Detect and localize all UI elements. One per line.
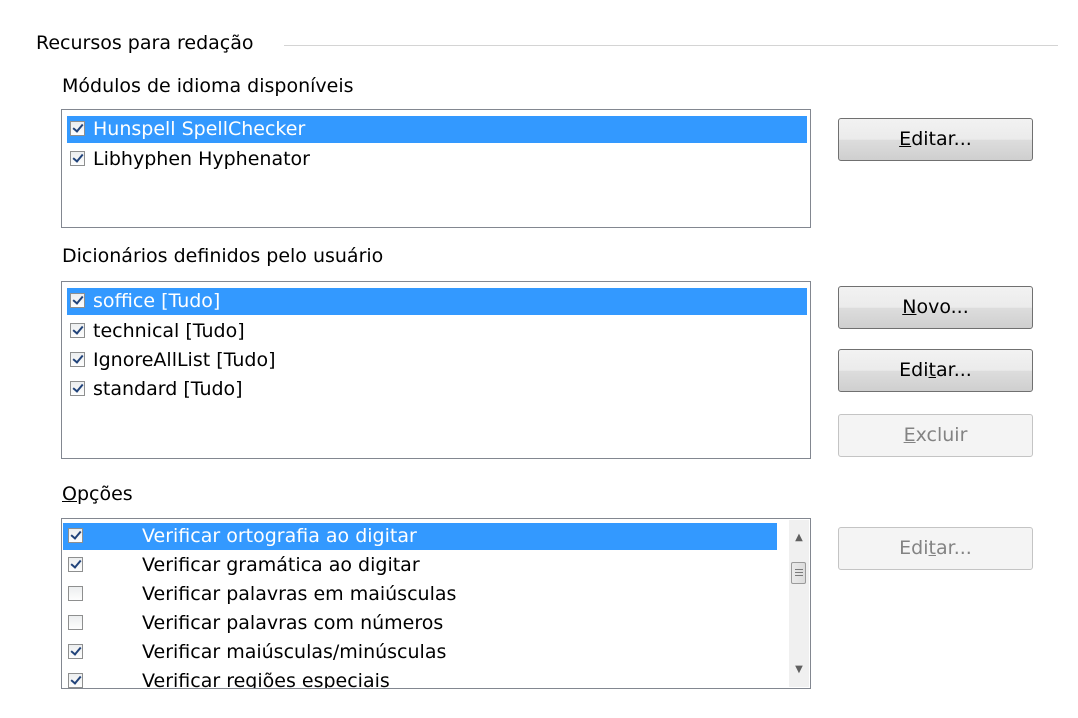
list-item[interactable]: Libhyphen Hyphenator [67,146,807,173]
checkbox-icon[interactable] [68,528,83,543]
list-item-label: soffice [Tudo] [93,290,221,312]
list-item-label: Verificar regiões especiais [142,670,390,689]
list-item[interactable]: Verificar regiões especiais [63,668,777,689]
list-item[interactable]: Verificar gramática ao digitar [63,552,777,579]
delete-dictionary-button[interactable]: Excluir [838,414,1033,457]
new-dictionary-button[interactable]: Novo... [838,286,1033,329]
list-item-label: Verificar palavras em maiúsculas [142,583,457,605]
checkbox-icon[interactable] [70,121,85,136]
list-item-label: Libhyphen Hyphenator [93,148,310,170]
edit-button-label: Editar... [899,359,972,381]
options-label: Opções [62,483,133,505]
checkbox-icon[interactable] [68,615,83,630]
checkbox-icon[interactable] [70,151,85,166]
scroll-down-arrow-icon[interactable]: ▼ [789,660,809,680]
section-title: Recursos para redação [36,32,254,54]
new-button-label: ovo... [916,296,969,318]
modules-label: Módulos de idioma disponíveis [62,75,354,97]
modules-edit-button-label: ditar... [911,128,972,150]
checkbox-icon[interactable] [70,323,85,338]
options-edit-button[interactable]: Editar... [838,527,1033,570]
list-item[interactable]: Verificar ortografia ao digitar [63,523,777,550]
list-item-label: Verificar gramática ao digitar [142,554,420,576]
list-item-label: Hunspell SpellChecker [93,118,306,140]
list-item-label: IgnoreAllList [Tudo] [93,349,276,371]
delete-button-label: xcluir [915,424,968,446]
list-item[interactable]: IgnoreAllList [Tudo] [67,347,807,374]
checkbox-icon[interactable] [70,352,85,367]
list-item[interactable]: Verificar palavras em maiúsculas [63,581,777,608]
list-item[interactable]: soffice [Tudo] [67,288,807,315]
list-item[interactable]: standard [Tudo] [67,376,807,403]
scroll-thumb[interactable] [791,562,806,584]
options-scrollbar[interactable]: ▲ ▼ [789,520,809,687]
list-item-label: Verificar palavras com números [142,612,444,634]
checkbox-icon[interactable] [70,293,85,308]
list-item-label: Verificar ortografia ao digitar [142,525,417,547]
dictionaries-label: Dicionários definidos pelo usuário [62,245,384,267]
checkbox-icon[interactable] [68,673,83,688]
list-item-label: Verificar maiúsculas/minúsculas [142,641,447,663]
section-divider [284,45,1058,46]
modules-edit-button[interactable]: Editar... [838,118,1033,161]
list-item-label: technical [Tudo] [93,320,245,342]
modules-list[interactable]: Hunspell SpellChecker Libhyphen Hyphenat… [61,109,811,228]
dictionary-edit-button[interactable]: Editar... [838,349,1033,392]
list-item[interactable]: Verificar maiúsculas/minúsculas [63,639,777,666]
list-item[interactable]: Hunspell SpellChecker [67,116,807,143]
options-list[interactable]: Verificar ortografia ao digitar Verifica… [61,518,811,689]
checkbox-icon[interactable] [70,381,85,396]
list-item-label: standard [Tudo] [93,378,243,400]
scroll-up-arrow-icon[interactable]: ▲ [789,528,809,548]
dictionaries-list[interactable]: soffice [Tudo] technical [Tudo] IgnoreAl… [61,281,811,459]
checkbox-icon[interactable] [68,557,83,572]
checkbox-icon[interactable] [68,644,83,659]
list-item[interactable]: technical [Tudo] [67,318,807,345]
checkbox-icon[interactable] [68,586,83,601]
list-item[interactable]: Verificar palavras com números [63,610,777,637]
options-edit-button-label: Editar... [899,537,972,559]
